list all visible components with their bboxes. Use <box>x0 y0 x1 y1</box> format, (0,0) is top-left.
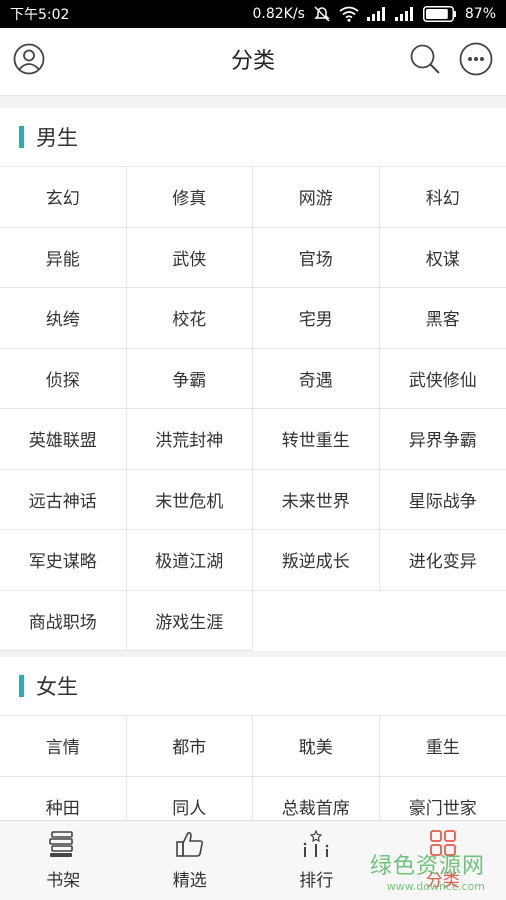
category-grid: 玄幻 修真 网游 科幻异能 武侠 官场 权谋纨绔 校花 宅男 黑客侦探 争霸 奇遇 武侠修仙英雄联盟 洪荒… <box>0 166 506 651</box>
tab-label: 精选 <box>172 871 207 891</box>
search-button[interactable] <box>408 44 442 78</box>
category-item[interactable]: 纨绔 <box>0 288 127 349</box>
tab-label: 分类 <box>425 871 460 891</box>
category-item[interactable]: 异能 <box>0 227 127 288</box>
category-item[interactable]: 重生 <box>379 716 506 777</box>
status-time: 下午5:02 <box>10 7 70 23</box>
section-female: 女生 言情 都市 耽美 重生种田 同人 总裁首席 豪门世家 <box>0 657 506 820</box>
ranking-icon <box>301 829 331 862</box>
section-header: 女生 <box>0 657 506 715</box>
category-item[interactable]: 玄幻 <box>0 167 127 228</box>
signal-icon-2 <box>394 7 415 21</box>
category-item[interactable]: 官场 <box>253 227 380 288</box>
category-item[interactable]: 言情 <box>0 716 127 777</box>
empty-cell <box>380 591 506 652</box>
bottom-tab-bar: 书架 精选 排行 分类 <box>0 820 506 900</box>
category-item[interactable]: 修真 <box>126 167 253 228</box>
category-item[interactable]: 侦探 <box>0 348 127 409</box>
category-item[interactable]: 商战职场 <box>0 590 127 651</box>
category-item[interactable]: 转世重生 <box>253 409 380 470</box>
category-item[interactable]: 洪荒封神 <box>126 409 253 470</box>
thumbs-up-icon <box>175 830 205 862</box>
category-item[interactable]: 种田 <box>0 776 127 820</box>
category-item[interactable]: 校花 <box>126 288 253 349</box>
category-item[interactable]: 奇遇 <box>253 348 380 409</box>
more-icon <box>459 42 493 80</box>
net-speed: 0.82K/s <box>252 6 305 22</box>
section-header: 男生 <box>0 108 506 166</box>
category-item[interactable]: 末世危机 <box>126 469 253 530</box>
section-male: 男生 玄幻 修真 网游 科幻异能 武侠 官场 权谋纨绔 校花 宅男 黑客侦探 争霸 奇遇 武侠修仙英雄联… <box>0 108 506 651</box>
category-item[interactable]: 总裁首席 <box>253 776 380 820</box>
empty-cell <box>253 591 380 652</box>
tab-bookshelf[interactable]: 书架 <box>0 821 127 900</box>
category-item[interactable]: 叛逆成长 <box>253 530 380 591</box>
category-item[interactable]: 同人 <box>127 776 253 820</box>
category-item[interactable]: 豪门世家 <box>380 777 506 821</box>
wifi-icon <box>339 6 359 22</box>
tab-featured[interactable]: 精选 <box>127 821 254 900</box>
section-title: 男生 <box>36 126 78 150</box>
category-item[interactable]: 科幻 <box>379 167 506 228</box>
category-item[interactable]: 权谋 <box>379 228 506 288</box>
category-item[interactable]: 游戏生涯 <box>126 590 253 651</box>
bookshelf-icon <box>48 830 78 862</box>
mute-icon <box>313 6 331 22</box>
category-item[interactable]: 远古神话 <box>0 469 127 530</box>
more-button[interactable] <box>459 42 493 80</box>
category-icon <box>428 830 458 862</box>
tab-category[interactable]: 分类 <box>380 821 506 900</box>
category-item[interactable]: 网游 <box>253 167 380 228</box>
category-item[interactable]: 军史谋略 <box>0 530 127 591</box>
tab-ranking[interactable]: 排行 <box>253 821 380 900</box>
category-item[interactable]: 耽美 <box>253 716 380 777</box>
battery-percent: 87% <box>464 6 496 22</box>
section-title: 女生 <box>36 675 78 699</box>
tab-label: 排行 <box>299 871 334 891</box>
category-item[interactable]: 黑客 <box>379 288 506 349</box>
category-item[interactable]: 异界争霸 <box>379 409 506 470</box>
status-right: 0.82K/s 87% <box>252 6 496 22</box>
category-item[interactable]: 进化变异 <box>379 530 506 591</box>
section-accent-bar <box>19 675 24 697</box>
category-item[interactable]: 极道江湖 <box>126 530 253 591</box>
category-item[interactable]: 武侠 <box>126 227 253 288</box>
category-item[interactable]: 英雄联盟 <box>0 409 127 470</box>
category-item[interactable]: 未来世界 <box>253 469 380 530</box>
tab-label: 书架 <box>46 871 81 891</box>
signal-icon <box>366 7 387 21</box>
battery-icon <box>422 6 457 22</box>
category-grid: 言情 都市 耽美 重生种田 同人 总裁首席 豪门世家 <box>0 715 506 820</box>
status-bar: 下午5:02 0.82K/s 87% <box>0 0 506 28</box>
category-item[interactable]: 宅男 <box>253 288 380 349</box>
category-item[interactable]: 争霸 <box>126 348 253 409</box>
section-accent-bar <box>19 126 24 148</box>
category-item[interactable]: 武侠修仙 <box>379 349 506 409</box>
search-icon <box>409 43 441 79</box>
category-item[interactable]: 星际战争 <box>379 470 506 530</box>
category-content: 男生 玄幻 修真 网游 科幻异能 武侠 官场 权谋纨绔 校花 宅男 黑客侦探 争霸 奇遇 武侠修仙英雄联… <box>0 108 506 820</box>
app-header: 分类 <box>0 28 506 96</box>
category-item[interactable]: 都市 <box>126 716 253 777</box>
